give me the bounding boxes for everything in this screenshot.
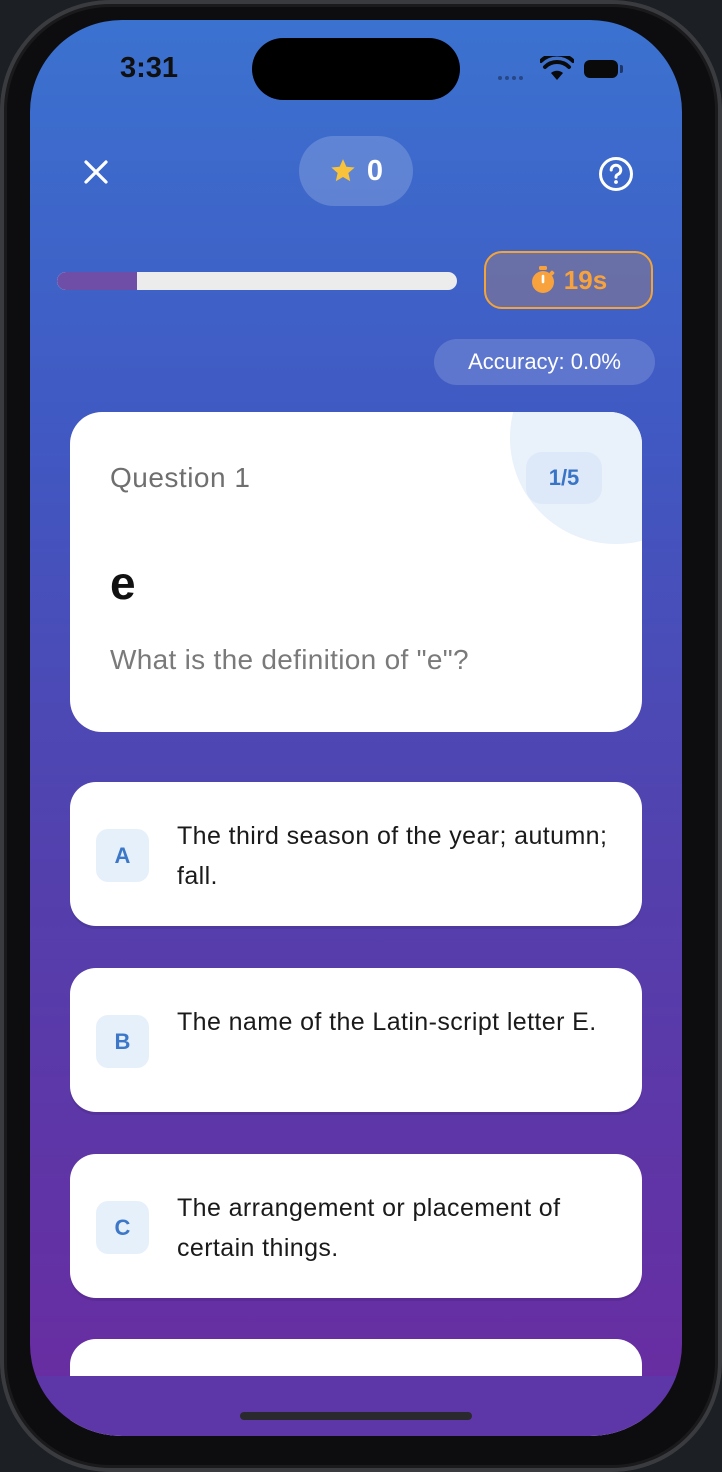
option-letter: C: [96, 1201, 149, 1254]
timer-value: 19s: [563, 264, 608, 295]
question-label: Question 1: [110, 462, 251, 493]
status-time: 3:31: [120, 52, 179, 84]
score-value: 0: [366, 154, 384, 187]
answer-option-a[interactable]: A The third season of the year; autumn; …: [70, 782, 642, 926]
close-button[interactable]: [74, 150, 118, 194]
option-text: The name of the Latin-script letter E.: [177, 1008, 597, 1036]
question-card: Question 1 1/5 e What is the definition …: [70, 412, 642, 732]
answer-option-c[interactable]: C The arrangement or placement of certai…: [70, 1154, 642, 1298]
question-prompt: What is the definition of "e"?: [110, 644, 469, 675]
battery-icon: [584, 60, 623, 78]
wifi-icon: [540, 56, 574, 80]
star-icon: [331, 159, 355, 182]
question-counter: 1/5: [526, 452, 602, 504]
phone-frame: 3:31 0 19s Accuracy: 0.0% Question 1 1/5…: [0, 0, 722, 1472]
help-button[interactable]: [594, 152, 638, 196]
app-screen: 3:31 0 19s Accuracy: 0.0% Question 1 1/5…: [30, 20, 682, 1436]
answer-option-b[interactable]: B The name of the Latin-script letter E.: [70, 968, 642, 1112]
quiz-progress-bar: [57, 272, 457, 290]
progress-fill: [57, 272, 137, 290]
stopwatch-icon: [531, 266, 555, 293]
dynamic-island: [252, 38, 460, 100]
home-indicator[interactable]: [240, 1412, 472, 1420]
option-text: The third season of the year; autumn; fa…: [177, 822, 608, 890]
cellular-signal-icon: [498, 76, 523, 80]
accuracy-badge: Accuracy: 0.0%: [434, 339, 655, 385]
timer-badge: 19s: [484, 251, 653, 309]
option-letter: A: [96, 829, 149, 882]
bottom-bar-background: [30, 1376, 682, 1436]
status-bar: 3:31: [30, 20, 682, 120]
question-circle-icon: [599, 157, 633, 191]
score-badge: 0: [299, 136, 413, 206]
question-term: e: [110, 557, 136, 609]
option-text: The arrangement or placement of certain …: [177, 1194, 561, 1262]
close-icon: [84, 160, 108, 184]
option-letter: B: [96, 1015, 149, 1068]
